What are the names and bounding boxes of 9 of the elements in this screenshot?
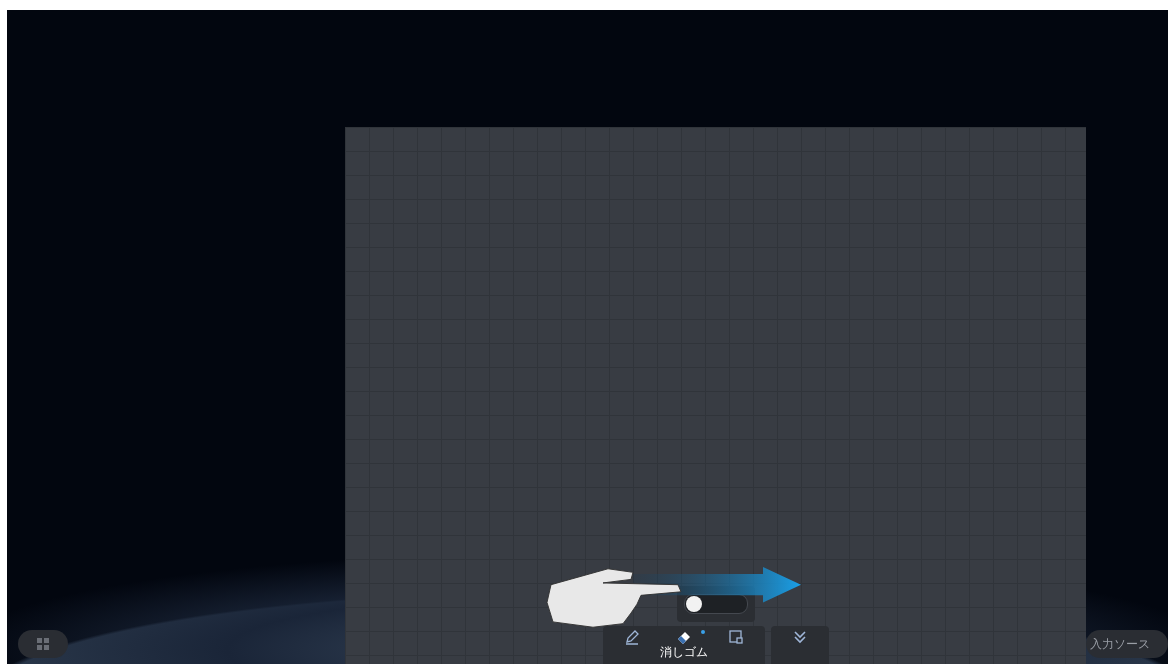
apps-button[interactable] [18,630,68,658]
windows-icon [37,638,49,650]
input-source-button[interactable]: 入力ソース [1086,630,1168,658]
select-icon [727,629,744,645]
toggle-switch[interactable] [683,594,748,614]
eraser-tool[interactable]: 消しゴム [658,628,709,662]
chevrons-down-icon [791,629,808,645]
active-dot [700,630,705,634]
pen-icon [623,629,640,645]
